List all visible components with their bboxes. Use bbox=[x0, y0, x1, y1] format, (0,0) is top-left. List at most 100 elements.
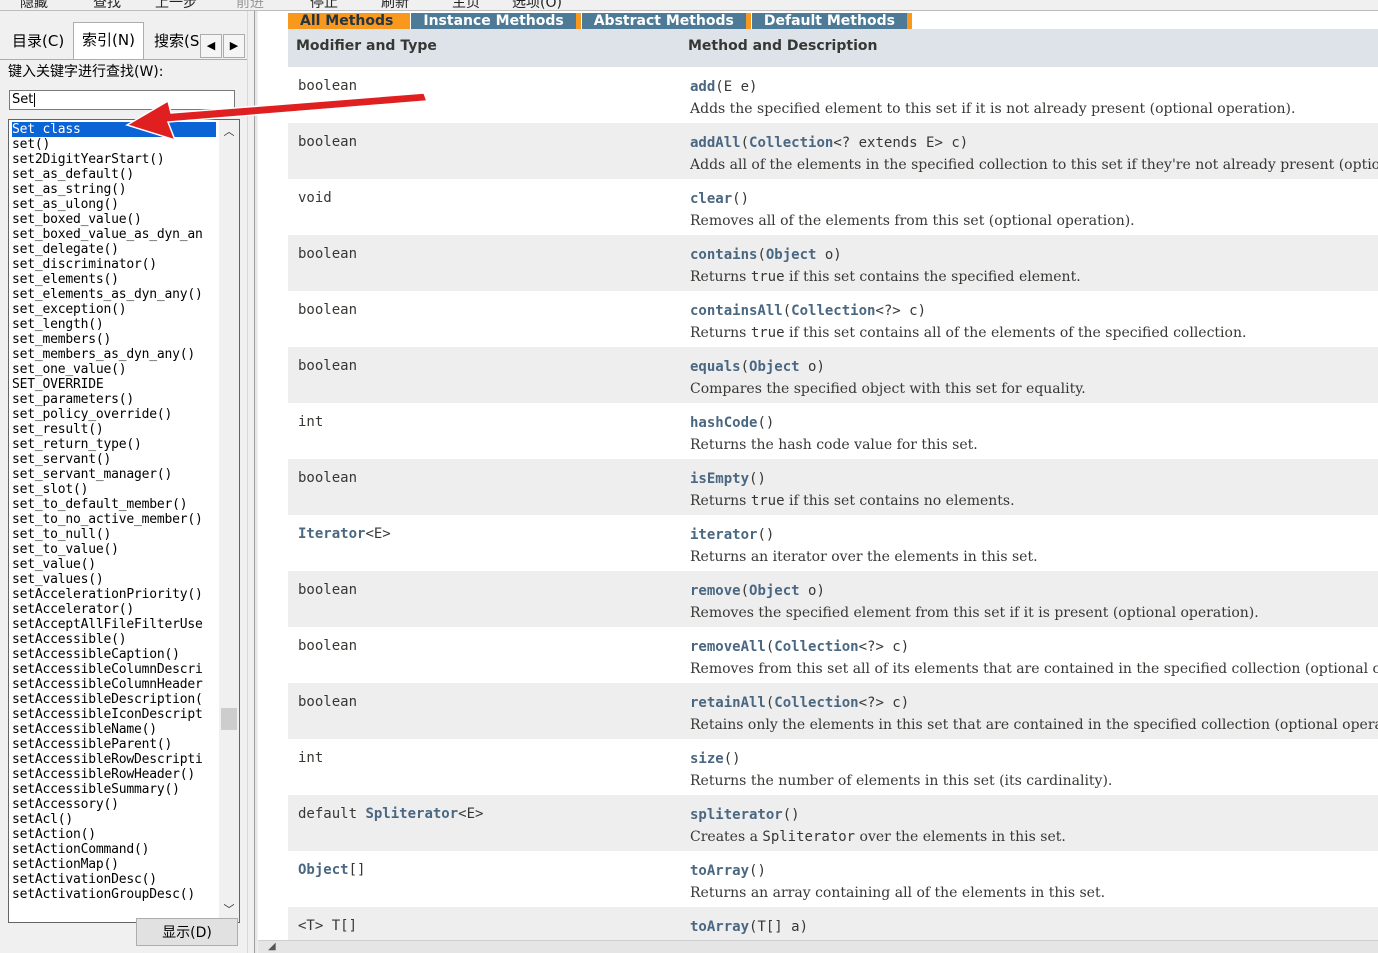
index-list-item[interactable]: setAccessibleColumnDescri bbox=[12, 662, 216, 677]
tab-scroll-left-icon[interactable]: ◀ bbox=[200, 34, 222, 58]
index-list-item[interactable]: set_values() bbox=[12, 572, 216, 587]
index-list-item[interactable]: set_length() bbox=[12, 317, 216, 332]
index-list-item[interactable]: set_to_null() bbox=[12, 527, 216, 542]
index-list-item[interactable]: set_slot() bbox=[12, 482, 216, 497]
param-type-link[interactable]: Object bbox=[749, 359, 800, 375]
index-list-item[interactable]: set_elements_as_dyn_any() bbox=[12, 287, 216, 302]
type-link[interactable]: Object bbox=[298, 862, 349, 878]
method-name-link[interactable]: isEmpty bbox=[690, 471, 749, 487]
index-list-item[interactable]: SET_OVERRIDE bbox=[12, 377, 216, 392]
tab-default-methods[interactable]: Default Methods bbox=[751, 13, 912, 30]
display-button[interactable]: 显示(D) bbox=[136, 918, 238, 946]
index-list-item[interactable]: setAccessibleParent() bbox=[12, 737, 216, 752]
index-list-item[interactable]: setAcl() bbox=[12, 812, 216, 827]
index-list-item[interactable]: setAccelerator() bbox=[12, 602, 216, 617]
tab-index[interactable]: 索引(N) bbox=[73, 22, 144, 59]
index-list-item[interactable]: setAccessibleRowDescripti bbox=[12, 752, 216, 767]
horizontal-scrollbar[interactable]: ◢ bbox=[258, 940, 1378, 953]
index-list-item[interactable]: set_servant_manager() bbox=[12, 467, 216, 482]
index-list-item[interactable]: Set class bbox=[12, 122, 216, 137]
index-list-item[interactable]: set_to_value() bbox=[12, 542, 216, 557]
type-link[interactable]: Spliterator bbox=[365, 806, 458, 822]
index-list-item[interactable]: setActionMap() bbox=[12, 857, 216, 872]
index-list-item[interactable]: set_members() bbox=[12, 332, 216, 347]
index-list-item[interactable]: setAccessibleRowHeader() bbox=[12, 767, 216, 782]
method-name-link[interactable]: containsAll bbox=[690, 303, 783, 319]
method-name-link[interactable]: removeAll bbox=[690, 639, 766, 655]
index-list-item[interactable]: set_servant() bbox=[12, 452, 216, 467]
param-type-link[interactable]: Collection bbox=[774, 695, 858, 711]
index-list-item[interactable]: setActionCommand() bbox=[12, 842, 216, 857]
index-list-scrollbar[interactable]: ︿ ﹀ bbox=[219, 120, 239, 922]
type-link[interactable]: Iterator bbox=[298, 526, 365, 542]
tab-contents[interactable]: 目录(C) bbox=[4, 26, 72, 56]
method-name-link[interactable]: iterator bbox=[690, 527, 757, 543]
index-list-item[interactable]: set() bbox=[12, 137, 216, 152]
method-name-link[interactable]: hashCode bbox=[690, 415, 757, 431]
method-name-link[interactable]: addAll bbox=[690, 135, 741, 151]
toolbar-refresh[interactable]: 刷新 bbox=[381, 0, 409, 10]
toolbar-stop[interactable]: 停止 bbox=[310, 0, 338, 10]
index-list-item[interactable]: setAccessibleCaption() bbox=[12, 647, 216, 662]
param-type-link[interactable]: Object bbox=[749, 583, 800, 599]
index-list-item[interactable]: setActivationGroupDesc() bbox=[12, 887, 216, 902]
tab-instance-methods[interactable]: Instance Methods bbox=[411, 13, 582, 30]
tab-scroll-right-icon[interactable]: ▶ bbox=[223, 34, 245, 58]
index-list-item[interactable]: set2DigitYearStart() bbox=[12, 152, 216, 167]
method-name-link[interactable]: remove bbox=[690, 583, 741, 599]
index-list-item[interactable]: set_boxed_value_as_dyn_an bbox=[12, 227, 216, 242]
index-list-item[interactable]: set_to_no_active_member() bbox=[12, 512, 216, 527]
method-name-link[interactable]: size bbox=[690, 751, 724, 767]
index-list-item[interactable]: set_value() bbox=[12, 557, 216, 572]
param-type-link[interactable]: Object bbox=[766, 247, 817, 263]
index-list-item[interactable]: setAction() bbox=[12, 827, 216, 842]
index-list-item[interactable]: set_one_value() bbox=[12, 362, 216, 377]
tab-abstract-methods[interactable]: Abstract Methods bbox=[581, 13, 752, 30]
index-list-item[interactable]: set_parameters() bbox=[12, 392, 216, 407]
index-list-item[interactable]: setAccessibleColumnHeader bbox=[12, 677, 216, 692]
toolbar-hide[interactable]: 隐藏 bbox=[20, 0, 48, 10]
method-name-link[interactable]: equals bbox=[690, 359, 741, 375]
index-list-item[interactable]: setAccessibleDescription( bbox=[12, 692, 216, 707]
tab-all-methods[interactable]: All Methods bbox=[288, 13, 411, 30]
index-list-item[interactable]: set_as_ulong() bbox=[12, 197, 216, 212]
index-list-item[interactable]: set_return_type() bbox=[12, 437, 216, 452]
param-type-link[interactable]: Collection bbox=[774, 639, 858, 655]
index-list-item[interactable]: set_delegate() bbox=[12, 242, 216, 257]
index-list[interactable]: Set class set() set2DigitYearStart() set_as… bbox=[8, 119, 240, 923]
index-list-item[interactable]: set_policy_override() bbox=[12, 407, 216, 422]
index-list-item[interactable]: set_boxed_value() bbox=[12, 212, 216, 227]
index-list-item[interactable]: setAccessible() bbox=[12, 632, 216, 647]
toolbar-back[interactable]: 上一步 bbox=[155, 0, 197, 10]
index-list-item[interactable]: setAcceptAllFileFilterUse bbox=[12, 617, 216, 632]
method-name-link[interactable]: toArray bbox=[690, 919, 749, 935]
index-list-item[interactable]: setAccessibleIconDescript bbox=[12, 707, 216, 722]
method-name-link[interactable]: clear bbox=[690, 191, 732, 207]
index-list-item[interactable]: set_elements() bbox=[12, 272, 216, 287]
scroll-up-icon[interactable]: ︿ bbox=[219, 122, 239, 142]
scroll-down-icon[interactable]: ﹀ bbox=[219, 900, 239, 920]
index-list-item[interactable]: set_result() bbox=[12, 422, 216, 437]
index-list-item[interactable]: setActivationDesc() bbox=[12, 872, 216, 887]
toolbar-home[interactable]: 主页 bbox=[452, 0, 480, 10]
index-list-item[interactable]: setAccessibleName() bbox=[12, 722, 216, 737]
param-type-link[interactable]: Collection bbox=[749, 135, 833, 151]
method-name-link[interactable]: spliterator bbox=[690, 807, 783, 823]
index-list-item[interactable]: setAccessory() bbox=[12, 797, 216, 812]
method-name-link[interactable]: contains bbox=[690, 247, 757, 263]
index-list-item[interactable]: set_to_default_member() bbox=[12, 497, 216, 512]
param-type-link[interactable]: Collection bbox=[791, 303, 875, 319]
scrollbar-thumb[interactable] bbox=[221, 708, 237, 730]
index-list-item[interactable]: set_as_default() bbox=[12, 167, 216, 182]
index-list-item[interactable]: setAccelerationPriority() bbox=[12, 587, 216, 602]
method-name-link[interactable]: add bbox=[690, 79, 715, 95]
index-list-item[interactable]: set_as_string() bbox=[12, 182, 216, 197]
toolbar-find[interactable]: 查找 bbox=[93, 0, 121, 10]
scroll-left-icon[interactable]: ◢ bbox=[268, 941, 276, 952]
method-name-link[interactable]: toArray bbox=[690, 863, 749, 879]
index-list-item[interactable]: set_members_as_dyn_any() bbox=[12, 347, 216, 362]
index-list-item[interactable]: set_exception() bbox=[12, 302, 216, 317]
keyword-input[interactable]: Set bbox=[9, 90, 235, 110]
method-name-link[interactable]: retainAll bbox=[690, 695, 766, 711]
tab-search[interactable]: 搜索(S bbox=[146, 26, 206, 56]
